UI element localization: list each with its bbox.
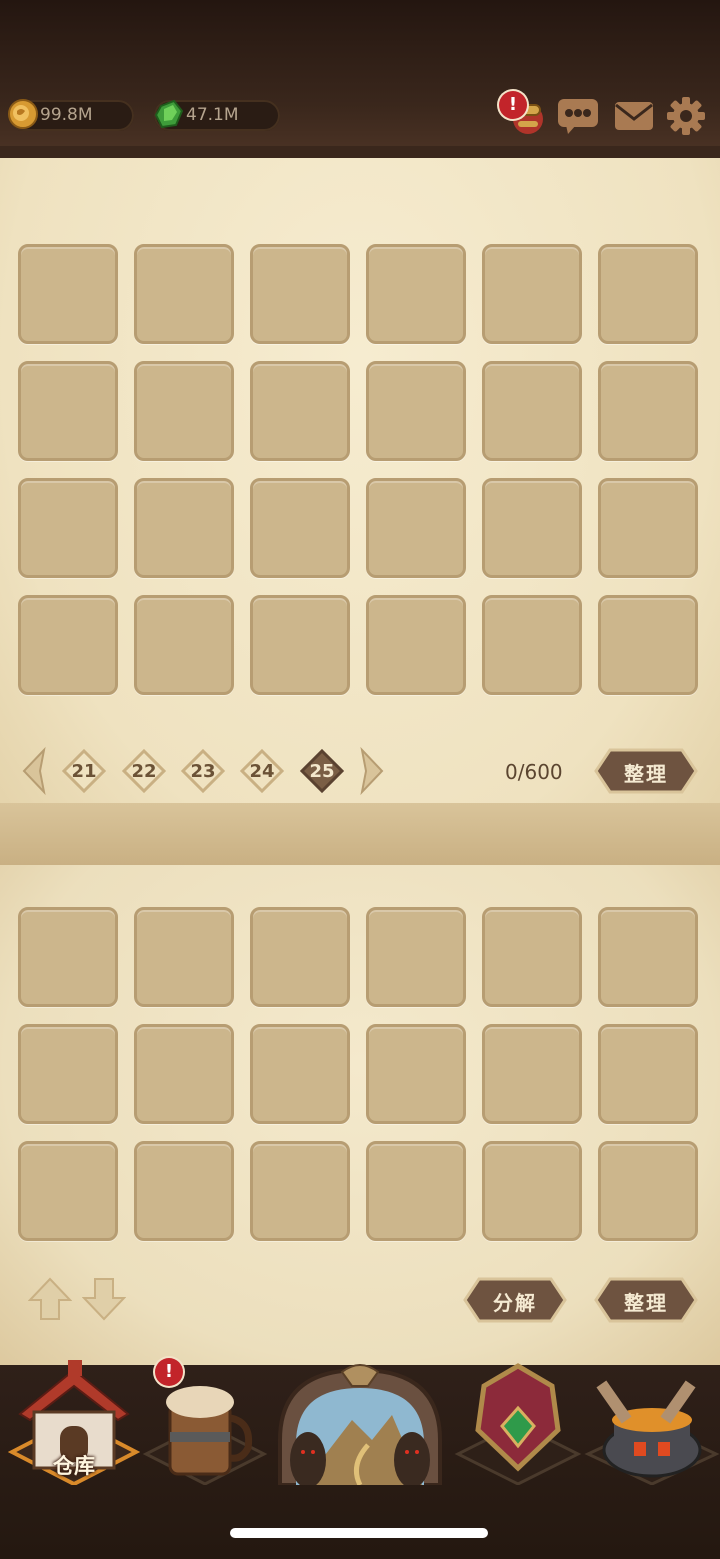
sort-lower-button-label: 整理 [624, 1291, 668, 1315]
inventory-slot[interactable] [366, 244, 466, 344]
page-label: 23 [190, 761, 216, 782]
settings-icon[interactable] [664, 95, 708, 137]
inventory-slot[interactable] [18, 244, 118, 344]
gem-currency[interactable]: 47.1M [154, 99, 280, 131]
decompose-slot[interactable] [598, 907, 698, 1007]
page-label: 22 [131, 761, 157, 782]
page-button-22[interactable]: 22 [122, 749, 166, 793]
decompose-slot[interactable] [250, 1141, 350, 1241]
currency-gold-icon [8, 99, 38, 129]
decompose-slot[interactable] [366, 1141, 466, 1241]
inventory-slot[interactable] [366, 478, 466, 578]
inventory-slot[interactable] [134, 244, 234, 344]
forge-cauldron-icon [584, 1380, 720, 1486]
page-label: 24 [249, 761, 275, 782]
gold-value: 99.8M [40, 105, 93, 125]
adventure-portal-icon [278, 1364, 442, 1488]
decompose-slot[interactable] [18, 907, 118, 1007]
top-bar: 99.8M 47.1M ! [0, 0, 720, 150]
inventory-slot[interactable] [250, 361, 350, 461]
decompose-slot[interactable] [482, 1024, 582, 1124]
inventory-slot[interactable] [598, 244, 698, 344]
arrow-down-icon[interactable] [82, 1276, 126, 1322]
page-button-25-active[interactable]: 25 [300, 749, 344, 793]
nav-forge[interactable] [584, 1360, 720, 1486]
gift-alert-badge: ! [499, 91, 527, 119]
inventory-slot[interactable] [482, 361, 582, 461]
arrow-up-icon[interactable] [28, 1276, 72, 1322]
inventory-slot[interactable] [482, 478, 582, 578]
inventory-slot[interactable] [598, 361, 698, 461]
decompose-slot[interactable] [250, 1024, 350, 1124]
sort-button-label: 整理 [624, 762, 668, 786]
gem-value: 47.1M [186, 105, 239, 125]
inventory-count: 0/600 [505, 760, 563, 784]
decompose-slot[interactable] [598, 1024, 698, 1124]
inventory-slot[interactable] [250, 244, 350, 344]
inventory-slot[interactable] [18, 478, 118, 578]
decompose-slot[interactable] [134, 907, 234, 1007]
decompose-button-label: 分解 [493, 1291, 537, 1315]
inventory-slot[interactable] [134, 361, 234, 461]
home-indicator[interactable] [230, 1528, 488, 1538]
page-button-24[interactable]: 24 [240, 749, 284, 793]
emblem-crown-icon [454, 1363, 582, 1486]
inventory-slot[interactable] [250, 478, 350, 578]
decompose-slot[interactable] [18, 1141, 118, 1241]
inventory-grid [18, 244, 698, 695]
page-button-23[interactable]: 23 [181, 749, 225, 793]
inventory-slot[interactable] [366, 595, 466, 695]
decompose-grid [18, 907, 698, 1241]
prev-page-arrow-icon[interactable] [18, 746, 48, 796]
next-page-arrow-icon[interactable] [358, 746, 388, 796]
inventory-slot[interactable] [482, 244, 582, 344]
decompose-slot[interactable] [482, 907, 582, 1007]
nav-warehouse-label: 仓库 [53, 1454, 95, 1478]
decompose-slot[interactable] [134, 1141, 234, 1241]
inventory-slot[interactable] [482, 595, 582, 695]
inventory-slot[interactable] [134, 478, 234, 578]
page-label: 25 [309, 761, 335, 782]
page-selector: 21 22 23 24 25 [18, 746, 398, 796]
decompose-slot[interactable] [366, 907, 466, 1007]
nav-warehouse[interactable]: 仓库 [7, 1360, 141, 1487]
chat-icon[interactable] [556, 95, 600, 137]
decompose-button[interactable]: 分解 [455, 1275, 575, 1325]
page-button-21[interactable]: 21 [62, 749, 106, 793]
gem-icon [154, 99, 184, 129]
mail-icon[interactable] [612, 95, 656, 137]
nav-emblem[interactable] [452, 1360, 584, 1486]
decompose-slot[interactable] [598, 1141, 698, 1241]
panel-top-edge [0, 146, 720, 158]
decompose-slot[interactable] [482, 1141, 582, 1241]
inventory-slot[interactable] [598, 478, 698, 578]
decompose-slot[interactable] [18, 1024, 118, 1124]
decompose-slot[interactable] [134, 1024, 234, 1124]
page-label: 21 [71, 761, 97, 782]
inventory-slot[interactable] [18, 595, 118, 695]
inventory-slot[interactable] [18, 361, 118, 461]
inventory-slot[interactable] [250, 595, 350, 695]
nav-adventure[interactable] [272, 1360, 448, 1488]
inventory-slot[interactable] [598, 595, 698, 695]
decompose-slot[interactable] [250, 907, 350, 1007]
sort-lower-button[interactable]: 整理 [586, 1275, 706, 1325]
decompose-slot[interactable] [366, 1024, 466, 1124]
gold-currency[interactable]: 99.8M [8, 99, 134, 131]
sort-button[interactable]: 整理 [586, 746, 706, 796]
tavern-alert-badge: ! [155, 1358, 183, 1386]
inventory-slot[interactable] [134, 595, 234, 695]
inventory-slot[interactable] [366, 361, 466, 461]
